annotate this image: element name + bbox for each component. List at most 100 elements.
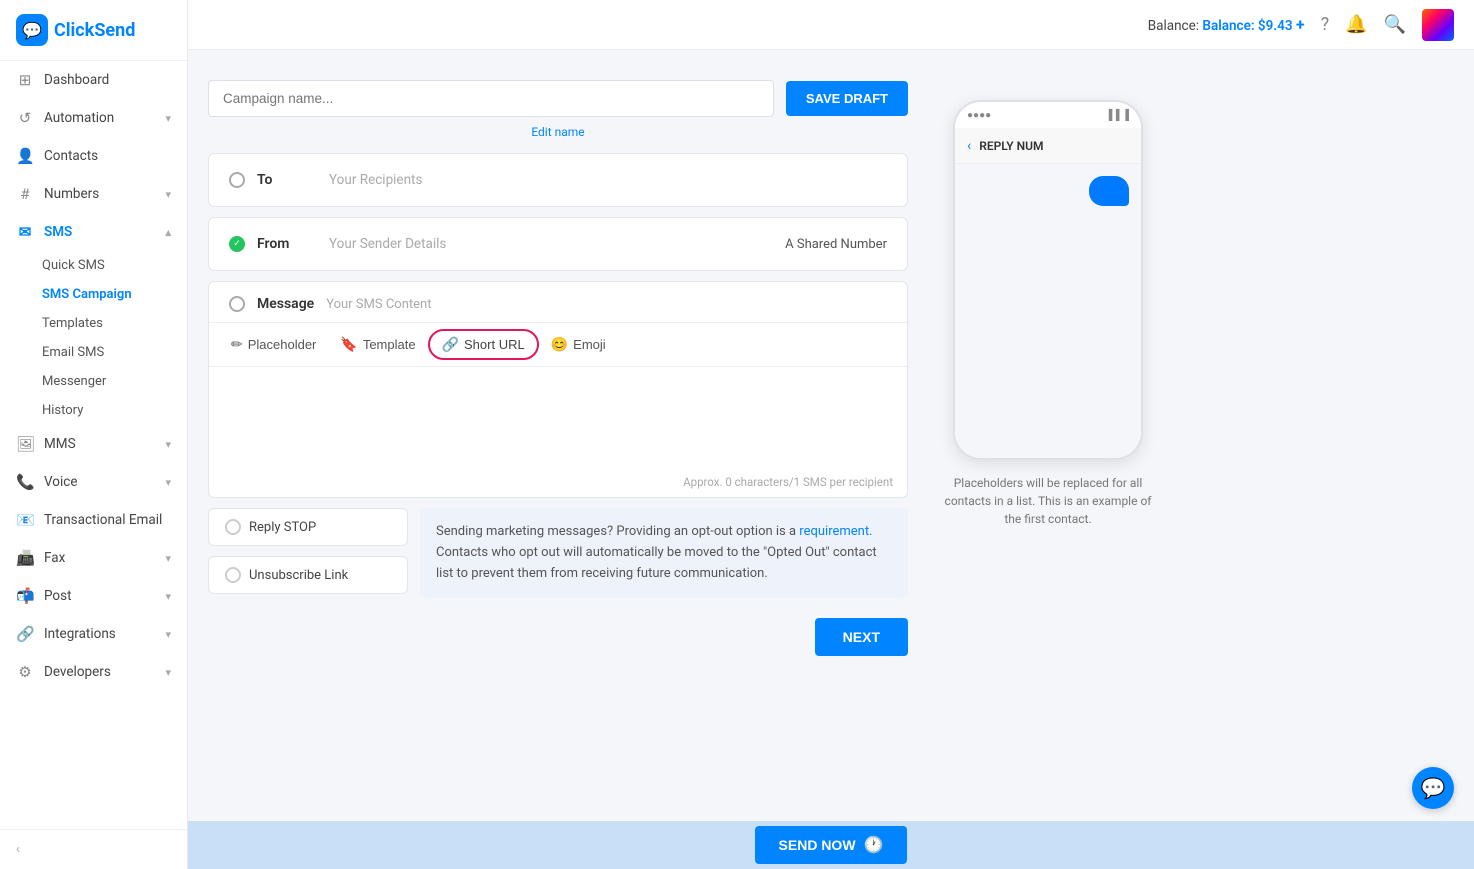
sidebar-item-sms[interactable]: ✉ SMS ▴ (0, 213, 187, 251)
from-value[interactable]: Your Sender Details (329, 236, 446, 252)
chat-icon: 💬 (1421, 776, 1446, 800)
campaign-name-row: SAVE DRAFT (208, 80, 908, 117)
from-shared-number: A Shared Number (785, 237, 887, 252)
chevron-down-icon: ▾ (165, 666, 171, 679)
message-toolbar: ✏ Placeholder 🔖 Template 🔗 Short URL 😊 E… (209, 322, 907, 367)
to-value[interactable]: Your Recipients (329, 172, 422, 188)
chevron-up-icon: ▴ (165, 226, 171, 239)
unsubscribe-label: Unsubscribe Link (249, 568, 348, 583)
from-status-icon (229, 236, 245, 252)
message-status-icon (229, 296, 245, 312)
message-card: Message Your SMS Content ✏ Placeholder 🔖… (208, 281, 908, 498)
sidebar-item-developers[interactable]: ⚙ Developers ▾ (0, 653, 187, 691)
sidebar-collapse-button[interactable]: ‹ (0, 829, 187, 869)
sidebar-item-label: Numbers (44, 186, 99, 202)
template-button[interactable]: 🔖 Template (328, 331, 427, 358)
sidebar-sub-history[interactable]: History (0, 396, 187, 425)
from-label: From (257, 236, 317, 252)
sidebar-item-fax[interactable]: 📠 Fax ▾ (0, 539, 187, 577)
to-status-icon (229, 172, 245, 188)
post-icon: 📬 (16, 587, 34, 605)
sidebar-item-dashboard[interactable]: ⊞ Dashboard (0, 61, 187, 99)
placeholder-button[interactable]: ✏ Placeholder (219, 331, 328, 358)
sidebar-item-transactional-email[interactable]: 📧 Transactional Email (0, 501, 187, 539)
message-sublabel: Your SMS Content (326, 297, 431, 312)
search-icon[interactable]: 🔍 (1384, 14, 1406, 35)
fax-icon: 📠 (16, 549, 34, 567)
campaign-name-input[interactable] (208, 80, 774, 117)
opt-out-info-box: Sending marketing messages? Providing an… (420, 508, 908, 598)
short-url-button[interactable]: 🔗 Short URL (428, 329, 539, 360)
emoji-icon: 😊 (551, 336, 568, 353)
reply-stop-checkbox[interactable]: Reply STOP (208, 508, 408, 546)
sidebar-item-label: Developers (44, 664, 111, 680)
clock-icon: 🕐 (864, 835, 884, 855)
sidebar-item-label: Voice (44, 474, 78, 490)
phone-contact-name: REPLY NUM (979, 139, 1043, 153)
sidebar-item-contacts[interactable]: 👤 Contacts (0, 137, 187, 175)
reply-stop-circle (225, 519, 241, 535)
message-textarea[interactable] (209, 367, 907, 467)
sidebar-item-post[interactable]: 📬 Post ▾ (0, 577, 187, 615)
send-now-button[interactable]: SEND NOW 🕐 (755, 826, 908, 864)
chevron-down-icon: ▾ (165, 552, 171, 565)
sidebar-item-label: SMS (44, 224, 72, 240)
sidebar-item-voice[interactable]: 📞 Voice ▾ (0, 463, 187, 501)
phone-back-icon: ‹ (967, 138, 971, 154)
chat-widget-button[interactable]: 💬 (1412, 767, 1454, 809)
requirement-link[interactable]: requirement. (799, 524, 872, 539)
sidebar-item-label: Transactional Email (44, 512, 162, 528)
save-draft-button[interactable]: SAVE DRAFT (786, 81, 908, 116)
sidebar-sub-templates[interactable]: Templates (0, 309, 187, 338)
sidebar-item-mms[interactable]: 🖼 MMS ▾ (0, 425, 187, 463)
notifications-icon[interactable]: 🔔 (1345, 14, 1367, 35)
chevron-down-icon: ▾ (165, 590, 171, 603)
phone-status-bar: ●●●● ▐▐ ▐ (955, 102, 1141, 128)
avatar[interactable] (1422, 9, 1454, 41)
logo: 💬 ClickSend (0, 0, 187, 61)
mms-icon: 🖼 (16, 435, 34, 453)
unsubscribe-circle (225, 567, 241, 583)
next-button[interactable]: NEXT (815, 618, 908, 656)
sidebar-sub-messenger[interactable]: Messenger (0, 367, 187, 396)
edit-name-link[interactable]: Edit name (208, 125, 908, 139)
sidebar-sub-email-sms[interactable]: Email SMS (0, 338, 187, 367)
link-icon: 🔗 (442, 336, 459, 353)
sidebar-item-label: Integrations (44, 626, 116, 642)
main-content: Balance: Balance: $9.43 + ? 🔔 🔍 SAVE DRA… (188, 0, 1474, 869)
bottom-actions: NEXT (208, 608, 908, 662)
add-balance-button[interactable]: + (1296, 15, 1305, 34)
chevron-down-icon: ▾ (165, 188, 171, 201)
to-label: To (257, 172, 317, 188)
preview-panel: ●●●● ▐▐ ▐ ‹ REPLY NUM Placeholders will … (928, 80, 1168, 849)
automation-icon: ↺ (16, 109, 34, 127)
sidebar-item-label: MMS (44, 436, 76, 452)
phone-body (955, 164, 1141, 458)
info-title: Sending marketing messages? Providing an… (436, 524, 796, 539)
topbar: Balance: Balance: $9.43 + ? 🔔 🔍 (188, 0, 1474, 50)
sidebar-item-automation[interactable]: ↺ Automation ▾ (0, 99, 187, 137)
integrations-icon: 🔗 (16, 625, 34, 643)
transactional-email-icon: 📧 (16, 511, 34, 529)
help-icon[interactable]: ? (1321, 14, 1330, 35)
emoji-button[interactable]: 😊 Emoji (539, 331, 618, 358)
sidebar-sub-sms-campaign[interactable]: SMS Campaign (0, 280, 187, 309)
sidebar-sub-quick-sms[interactable]: Quick SMS (0, 251, 187, 280)
sidebar-item-label: Dashboard (44, 72, 109, 88)
chevron-down-icon: ▾ (165, 628, 171, 641)
phone-header: ‹ REPLY NUM (955, 128, 1141, 164)
sidebar-item-integrations[interactable]: 🔗 Integrations ▾ (0, 615, 187, 653)
logo-text: ClickSend (54, 20, 135, 41)
char-count: Approx. 0 characters/1 SMS per recipient (209, 471, 907, 497)
content-area: SAVE DRAFT Edit name To Your Recipients … (188, 50, 1474, 869)
sidebar-item-numbers[interactable]: # Numbers ▾ (0, 175, 187, 213)
sidebar-item-label: Contacts (44, 148, 98, 164)
sidebar-item-label: Automation (44, 110, 114, 126)
options-row: Reply STOP Unsubscribe Link Sending mark… (208, 508, 908, 598)
sidebar: 💬 ClickSend ⊞ Dashboard ↺ Automation ▾ 👤… (0, 0, 188, 869)
form-panel: SAVE DRAFT Edit name To Your Recipients … (208, 80, 908, 849)
unsubscribe-link-checkbox[interactable]: Unsubscribe Link (208, 556, 408, 594)
balance-display: Balance: Balance: $9.43 + (1148, 15, 1305, 34)
sidebar-item-label: Fax (44, 550, 65, 566)
chevron-down-icon: ▾ (165, 438, 171, 451)
